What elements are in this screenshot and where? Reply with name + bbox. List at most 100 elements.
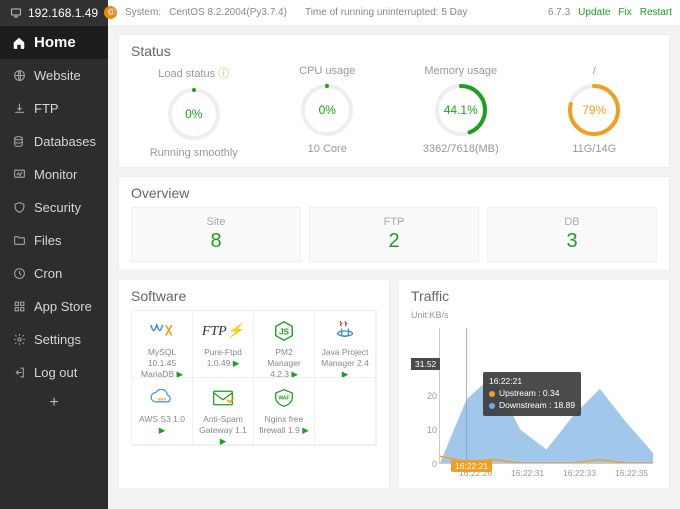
- gear-icon: [12, 333, 26, 347]
- donut-gauge: 44.1%: [432, 81, 490, 139]
- donut-gauge: 79%: [565, 81, 623, 139]
- overview-card[interactable]: DB3: [487, 207, 657, 262]
- sidebar-item-files[interactable]: Files: [0, 224, 108, 257]
- donut-gauge: 0%: [298, 81, 356, 139]
- sidebar-label: App Store: [34, 299, 92, 314]
- run-indicator: ▶: [220, 436, 227, 446]
- status-header: CPU usage: [265, 65, 391, 77]
- sidebar-item-log-out[interactable]: Log out: [0, 356, 108, 389]
- y-tick: 10: [417, 425, 437, 435]
- sidebar-item-app-store[interactable]: App Store: [0, 290, 108, 323]
- sidebar-label: Log out: [34, 365, 77, 380]
- software-name: Pure-Ftpd 1.0.49 ▶: [197, 347, 249, 369]
- overview-card[interactable]: FTP2: [309, 207, 479, 262]
- software-item[interactable]: WAFNginx free firewall 1.9 ▶: [253, 377, 315, 445]
- status-title: Status: [131, 43, 657, 59]
- sidebar-label: Monitor: [34, 167, 77, 182]
- software-name: Java Project Manager 2.4 ▶: [319, 347, 371, 380]
- overview-title: Overview: [131, 185, 657, 201]
- sidebar: Home Website FTP Databases Monitor Security Fi…: [0, 26, 108, 509]
- software-icon: JS: [258, 319, 310, 343]
- sidebar-item-cron[interactable]: Cron: [0, 257, 108, 290]
- tooltip-time: 16:22:21: [489, 376, 575, 388]
- sidebar-label: Files: [34, 233, 61, 248]
- update-link[interactable]: Update: [578, 7, 610, 18]
- status-card[interactable]: Load status ⓘ 0% Running smoothly: [131, 65, 257, 159]
- gear-icon[interactable]: ⚙: [108, 7, 117, 18]
- software-icon: [197, 386, 249, 410]
- donut-gauge: 0%: [165, 85, 223, 143]
- status-footer: 11G/14G: [532, 143, 658, 155]
- traffic-title: Traffic: [411, 288, 657, 304]
- y-highlight-badge: 31.52: [411, 358, 440, 370]
- cron-icon: [12, 267, 26, 281]
- y-tick: 20: [417, 391, 437, 401]
- ov-value: 8: [132, 230, 300, 253]
- sidebar-label: FTP: [34, 101, 59, 116]
- tooltip-up: Upstream : 0.34: [499, 388, 559, 400]
- status-card[interactable]: Memory usage 44.1% 3362/7618(MB): [398, 65, 524, 159]
- status-footer: 3362/7618(MB): [398, 143, 524, 155]
- donut-value: 44.1%: [432, 81, 490, 139]
- sidebar-item-databases[interactable]: Databases: [0, 125, 108, 158]
- shield-icon: [12, 201, 26, 215]
- traffic-unit: Unit:KB/s: [411, 310, 657, 320]
- software-item[interactable]: awsAWS S3 1.0 ▶: [131, 377, 193, 445]
- status-panel: Status Load status ⓘ 0% Running smoothly…: [118, 34, 670, 168]
- sidebar-item-home[interactable]: Home: [0, 26, 108, 59]
- donut-value: 0%: [165, 85, 223, 143]
- appstore-icon: [12, 300, 26, 314]
- db-icon: [12, 135, 26, 149]
- svg-text:aws: aws: [158, 396, 167, 401]
- software-item[interactable]: FTP⚡Pure-Ftpd 1.0.49 ▶: [192, 310, 254, 378]
- status-card[interactable]: / 79% 11G/14G: [532, 65, 658, 159]
- sidebar-item-monitor[interactable]: Monitor: [0, 158, 108, 191]
- restart-link[interactable]: Restart: [640, 7, 672, 18]
- globe-icon: [12, 69, 26, 83]
- software-item[interactable]: Anti-Spam Gateway 1.1 ▶: [192, 377, 254, 445]
- sidebar-item-settings[interactable]: Settings: [0, 323, 108, 356]
- sidebar-label: Home: [34, 34, 76, 51]
- software-name: PM2 Manager 4.2.3 ▶: [258, 347, 310, 380]
- software-item[interactable]: MySQL 10.1.45 MariaDB ▶: [131, 310, 193, 378]
- version-text: 6.7.3: [548, 7, 570, 18]
- help-icon[interactable]: ⓘ: [218, 68, 229, 80]
- sidebar-label: Security: [34, 200, 81, 215]
- software-item[interactable]: JS PM2 Manager 4.2.3 ▶: [253, 310, 315, 378]
- sidebar-add[interactable]: +: [0, 389, 108, 417]
- server-ip-block: 192.168.1.49 0: [0, 0, 108, 26]
- overview-panel: Overview Site8FTP2DB3: [118, 176, 670, 271]
- logout-icon: [12, 366, 26, 380]
- software-icon: [319, 319, 371, 343]
- software-panel: Software MySQL 10.1.45 MariaDB ▶FTP⚡Pure…: [118, 279, 390, 489]
- software-icon: [136, 319, 188, 343]
- sidebar-label: Settings: [34, 332, 81, 347]
- status-header: /: [532, 65, 658, 77]
- software-empty: [314, 377, 376, 445]
- software-icon: WAF: [258, 386, 310, 410]
- monitor-icon: [10, 6, 22, 20]
- x-tick: 16:22:31: [511, 468, 544, 478]
- status-card[interactable]: CPU usage 0% 10 Core: [265, 65, 391, 159]
- software-name: Anti-Spam Gateway 1.1 ▶: [197, 414, 249, 447]
- sidebar-item-website[interactable]: Website: [0, 59, 108, 92]
- sidebar-item-ftp[interactable]: FTP: [0, 92, 108, 125]
- fix-link[interactable]: Fix: [618, 7, 631, 18]
- status-header: Memory usage: [398, 65, 524, 77]
- ov-label: FTP: [310, 216, 478, 228]
- ov-label: DB: [488, 216, 656, 228]
- x-highlight-badge: 16:22:21: [451, 460, 492, 472]
- overview-card[interactable]: Site8: [131, 207, 301, 262]
- run-indicator: ▶: [300, 425, 309, 435]
- donut-value: 0%: [298, 81, 356, 139]
- traffic-panel: Traffic Unit:KB/s 010203016:22:2916:22:3…: [398, 279, 670, 489]
- x-tick: 16:22:35: [615, 468, 648, 478]
- run-indicator: ▶: [230, 358, 239, 368]
- folder-icon: [12, 234, 26, 248]
- sidebar-item-security[interactable]: Security: [0, 191, 108, 224]
- software-title: Software: [131, 288, 377, 304]
- uptime-text: Time of running uninterrupted: 5 Day: [305, 7, 468, 18]
- system-label: System:: [125, 7, 161, 18]
- software-item[interactable]: Java Project Manager 2.4 ▶: [314, 310, 376, 378]
- ip-address: 192.168.1.49: [28, 6, 98, 20]
